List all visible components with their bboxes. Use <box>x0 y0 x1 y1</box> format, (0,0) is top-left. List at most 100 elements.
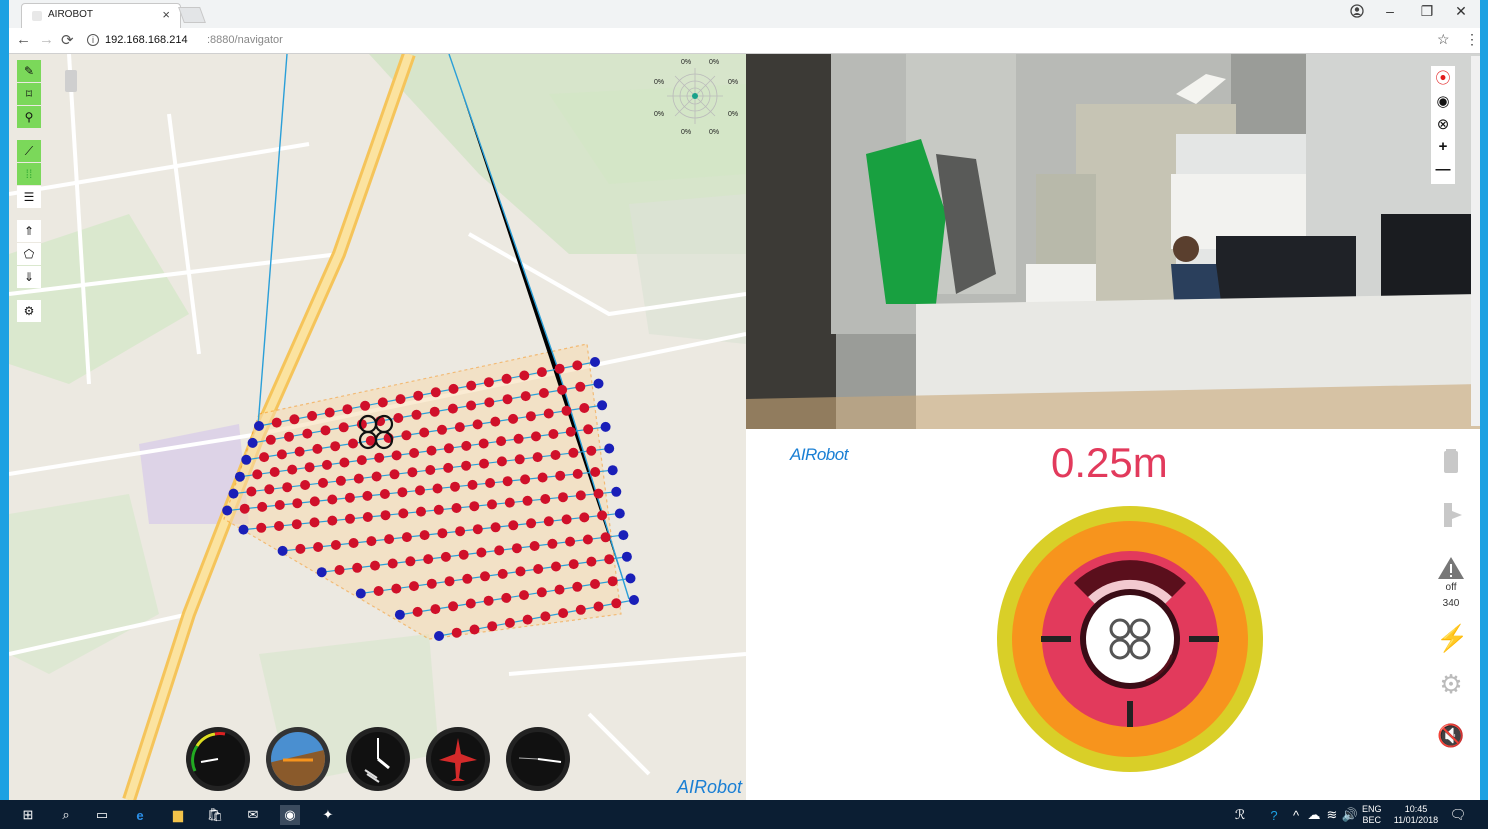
waypoint[interactable] <box>490 416 501 427</box>
waypoint[interactable] <box>320 425 331 436</box>
waypoint[interactable] <box>504 617 515 628</box>
waypoint[interactable] <box>330 441 341 452</box>
waypoint[interactable] <box>371 471 382 482</box>
waypoint[interactable] <box>575 604 586 615</box>
waypoint[interactable] <box>572 360 583 371</box>
waypoint[interactable] <box>342 404 353 415</box>
settings-gear-icon[interactable]: ⚙ <box>17 300 41 322</box>
restore-icon[interactable]: ❐ <box>1412 3 1442 20</box>
waypoint[interactable] <box>265 434 276 445</box>
zoom-out-icon[interactable]: — <box>1431 158 1455 181</box>
waypoint[interactable] <box>554 363 565 374</box>
waypoint[interactable] <box>373 586 384 596</box>
close-window-icon[interactable]: ✕ <box>1446 3 1476 20</box>
wifi-icon[interactable]: ≋ <box>1322 805 1342 825</box>
waypoint[interactable] <box>537 472 548 483</box>
waypoint[interactable] <box>565 536 576 547</box>
waypoint[interactable] <box>264 484 275 495</box>
waypoint[interactable] <box>458 549 469 560</box>
waypoint[interactable] <box>561 514 572 525</box>
record-icon[interactable]: ⦿ <box>1431 66 1455 89</box>
browser-menu-icon[interactable]: ⋮ <box>1465 31 1479 48</box>
store-icon[interactable]: 🛍 <box>205 805 225 825</box>
waypoint[interactable] <box>469 624 480 635</box>
waypoint[interactable] <box>467 479 478 490</box>
waypoint[interactable] <box>543 408 554 419</box>
clock[interactable]: 10:45 11/01/2018 <box>1390 804 1442 826</box>
waypoint[interactable] <box>558 608 569 619</box>
waypoint[interactable] <box>536 587 547 598</box>
waypoint[interactable] <box>287 464 298 475</box>
waypoint[interactable] <box>324 407 335 418</box>
waypoint-endpoint[interactable] <box>228 488 239 499</box>
draw-line-icon[interactable]: ✎ <box>17 60 41 82</box>
waypoint[interactable] <box>529 541 540 551</box>
waypoint[interactable] <box>443 462 454 473</box>
waypoint[interactable] <box>480 571 490 582</box>
waypoint[interactable] <box>520 391 531 402</box>
waypoint[interactable] <box>379 489 390 499</box>
waypoint[interactable] <box>433 504 444 515</box>
people-icon[interactable]: ℛ <box>1230 805 1250 825</box>
waypoint[interactable] <box>547 538 558 549</box>
waypoint[interactable] <box>496 436 507 447</box>
waypoint[interactable] <box>502 394 513 405</box>
waypoint-endpoint[interactable] <box>238 524 249 535</box>
tab-close-icon[interactable]: × <box>162 7 170 22</box>
waypoint[interactable] <box>526 518 537 529</box>
waypoint-endpoint[interactable] <box>625 573 636 584</box>
waypoint[interactable] <box>252 469 263 480</box>
waypoint[interactable] <box>432 483 443 494</box>
waypoint[interactable] <box>362 512 373 522</box>
waypoint[interactable] <box>391 583 402 594</box>
polygon-icon[interactable]: ⬠ <box>17 243 41 265</box>
waypoint[interactable] <box>590 467 601 477</box>
waypoint[interactable] <box>607 576 618 587</box>
waypoint[interactable] <box>557 384 568 395</box>
waypoint[interactable] <box>590 579 600 589</box>
waypoint[interactable] <box>437 424 447 435</box>
onedrive-icon[interactable]: ☁ <box>1304 805 1324 825</box>
waypoint[interactable] <box>483 595 494 606</box>
browser-tab[interactable]: AIROBOT × <box>21 3 181 28</box>
waypoint[interactable] <box>389 469 400 480</box>
waypoint[interactable] <box>397 487 408 498</box>
waypoint[interactable] <box>274 521 284 531</box>
land-icon[interactable]: ⇓ <box>17 266 41 288</box>
waypoint[interactable] <box>274 500 285 510</box>
waypoint[interactable] <box>377 397 388 408</box>
edge-browser-icon[interactable]: e <box>130 805 150 825</box>
waypoint[interactable] <box>384 534 395 545</box>
waypoint[interactable] <box>582 534 593 545</box>
waypoint[interactable] <box>462 573 473 584</box>
waypoint-endpoint[interactable] <box>604 443 615 454</box>
mail-icon[interactable]: ✉ <box>243 805 263 825</box>
waypoint[interactable] <box>344 492 355 503</box>
waypoint[interactable] <box>374 452 385 463</box>
waypoint[interactable] <box>472 524 483 535</box>
waypoint[interactable] <box>461 440 472 451</box>
list-icon[interactable]: ☰ <box>17 186 41 208</box>
waypoint[interactable] <box>327 494 338 505</box>
waypoint[interactable] <box>239 503 250 514</box>
waypoint[interactable] <box>430 604 441 615</box>
waypoint[interactable] <box>413 390 424 401</box>
waypoint[interactable] <box>271 417 282 428</box>
waypoint[interactable] <box>419 530 430 541</box>
waypoint[interactable] <box>472 419 483 430</box>
waypoint[interactable] <box>348 438 358 449</box>
waypoint[interactable] <box>558 492 568 503</box>
waypoint[interactable] <box>380 510 391 521</box>
mute-icon[interactable]: 🔇 <box>1436 723 1466 749</box>
waypoint[interactable] <box>292 498 303 509</box>
waypoint[interactable] <box>448 601 459 612</box>
waypoint-endpoint[interactable] <box>254 421 264 431</box>
search-icon[interactable]: ⌕ <box>56 805 76 825</box>
waypoint[interactable] <box>411 409 422 420</box>
waypoint[interactable] <box>572 468 583 479</box>
waypoint[interactable] <box>479 458 489 469</box>
map-panel[interactable]: ✎ ⌑ ⚲ ⟋ ⁞⁞ ☰ ⇑ ⬠ ⇓ ⚙ 0% 0% 0% 0% 0% 0% 0… <box>9 54 746 800</box>
forward-icon[interactable]: → <box>39 31 54 48</box>
waypoint[interactable] <box>586 556 597 567</box>
waypoint[interactable] <box>543 516 554 527</box>
